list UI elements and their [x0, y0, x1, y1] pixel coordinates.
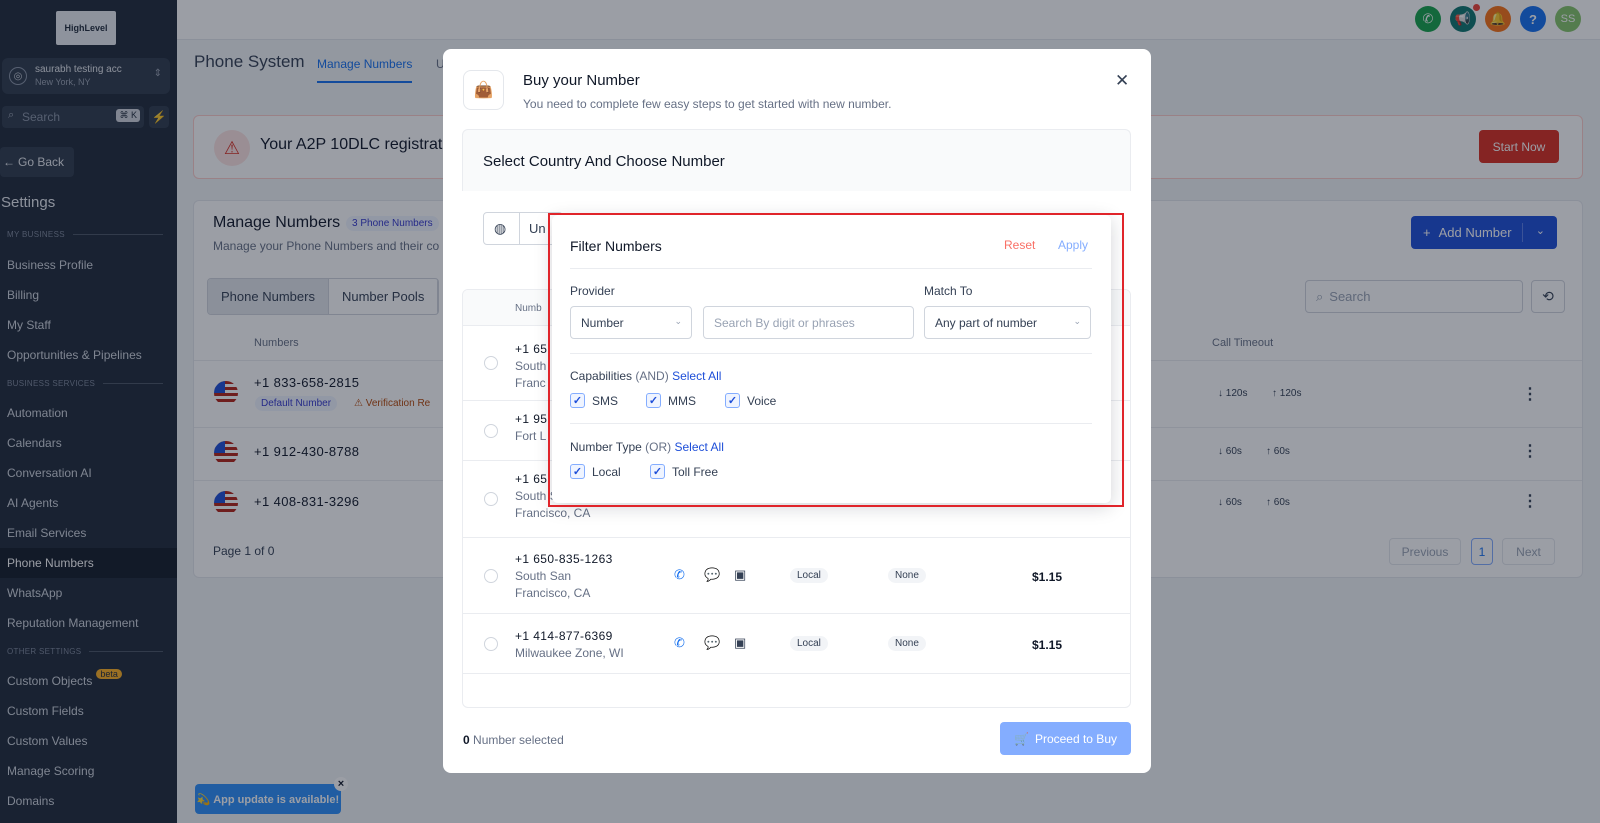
divider: [463, 537, 1130, 538]
modal-title: Buy your Number: [523, 72, 640, 89]
row-select-radio[interactable]: [484, 637, 498, 651]
mms-capability-icon: ▣: [734, 567, 747, 582]
number-location: Milwaukee Zone, WI: [515, 646, 624, 660]
address-chip: None: [888, 636, 926, 651]
col-number: Numb: [515, 303, 542, 314]
number-value: +1 95: [515, 412, 548, 426]
voice-capability-icon: ✆: [674, 567, 685, 582]
highlight-annotation-box: [548, 213, 1124, 507]
number-location: Fort L: [515, 429, 547, 443]
sms-capability-icon: 💬: [704, 567, 721, 582]
sms-capability-icon: 💬: [704, 635, 721, 650]
address-chip: None: [888, 568, 926, 583]
number-location: South San: [515, 569, 572, 583]
row-select-radio[interactable]: [484, 492, 498, 506]
voice-capability-icon: ✆: [674, 635, 685, 650]
price: $1.15: [1032, 570, 1063, 584]
number-type-chip: Local: [790, 636, 828, 651]
divider: [463, 673, 1130, 674]
proceed-to-buy-button[interactable]: 🛒 Proceed to Buy: [1000, 722, 1131, 755]
number-location: Francisco, CA: [515, 506, 591, 520]
number-value: +1 414-877-6369: [515, 629, 613, 643]
divider: [519, 213, 520, 244]
shopping-bag-icon: 👜: [463, 70, 504, 110]
modal-subtitle: You need to complete few easy steps to g…: [523, 97, 892, 111]
row-select-radio[interactable]: [484, 356, 498, 370]
number-value: +1 65: [515, 342, 548, 356]
cart-icon: 🛒: [1013, 731, 1029, 746]
number-location: South: [515, 359, 547, 373]
mms-capability-icon: ▣: [734, 635, 747, 650]
number-value: +1 650-835-1263: [515, 552, 613, 566]
number-type-chip: Local: [790, 568, 828, 583]
globe-icon: ◍: [494, 220, 507, 236]
close-icon[interactable]: ✕: [1115, 71, 1129, 91]
number-value: +1 65: [515, 472, 548, 486]
selected-count: 0 Number selected: [463, 733, 564, 747]
number-location: Francisco, CA: [515, 586, 591, 600]
row-select-radio[interactable]: [484, 569, 498, 583]
section-title: Select Country And Choose Number: [483, 153, 725, 170]
number-location: Franc: [515, 376, 546, 390]
country-value: Un: [529, 221, 546, 236]
price: $1.15: [1032, 638, 1063, 652]
row-select-radio[interactable]: [484, 424, 498, 438]
divider: [463, 613, 1130, 614]
